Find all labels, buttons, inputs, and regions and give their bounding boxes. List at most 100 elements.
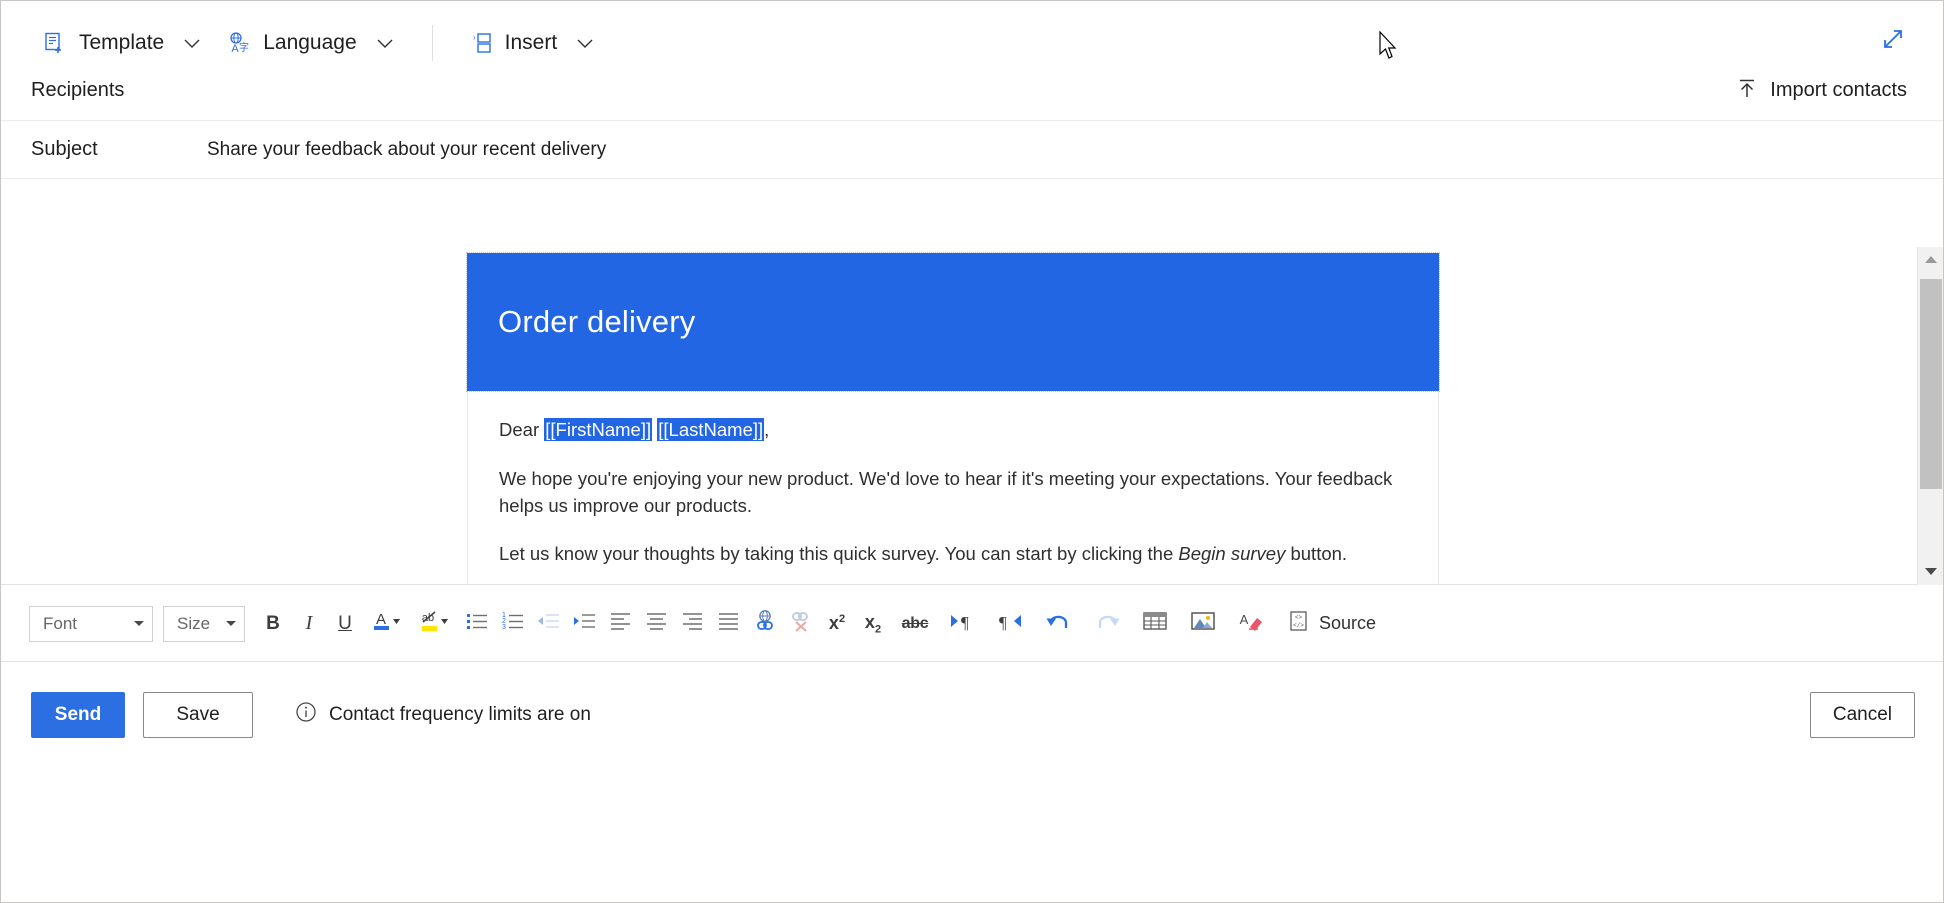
scroll-up-button[interactable] xyxy=(1918,247,1944,273)
insert-image-button[interactable] xyxy=(1181,605,1225,643)
decrease-indent-icon xyxy=(537,610,561,638)
rich-text-toolbar: Font Size B I U A ab xyxy=(1,586,1943,662)
chevron-down-icon xyxy=(184,31,200,55)
align-center-icon xyxy=(645,610,669,638)
chevron-down-icon xyxy=(377,31,393,55)
insert-link-button[interactable] xyxy=(749,605,781,643)
scrollbar-thumb[interactable] xyxy=(1920,279,1942,489)
bulleted-list-icon xyxy=(465,610,489,638)
increase-indent-icon xyxy=(573,610,597,638)
align-right-button[interactable] xyxy=(677,605,709,643)
highlight-icon: ab xyxy=(420,608,450,640)
email-paragraph-1: We hope you're enjoying your new product… xyxy=(499,466,1407,520)
info-circle-icon xyxy=(295,701,317,729)
text-direction-ltr-button[interactable]: ¶ xyxy=(941,605,985,643)
subject-label: Subject xyxy=(31,138,207,161)
text-direction-rtl-button[interactable]: ¶ xyxy=(989,605,1033,643)
justify-button[interactable] xyxy=(713,605,745,643)
source-label: Source xyxy=(1319,613,1376,634)
subscript-button[interactable]: x2 xyxy=(857,605,889,643)
import-contacts-label: Import contacts xyxy=(1770,79,1907,102)
template-menu-button[interactable]: Template xyxy=(29,20,213,66)
superscript-icon: x2 xyxy=(829,613,845,634)
email-banner-title: Order delivery xyxy=(498,304,695,340)
align-left-button[interactable] xyxy=(605,605,637,643)
template-icon xyxy=(42,30,68,56)
svg-text:3: 3 xyxy=(502,624,506,631)
highlight-color-button[interactable]: ab xyxy=(413,605,457,643)
font-family-select[interactable]: Font xyxy=(29,606,153,642)
text-color-icon: A xyxy=(372,608,402,640)
superscript-button[interactable]: x2 xyxy=(821,605,853,643)
bold-button[interactable]: B xyxy=(257,605,289,643)
token-firstname[interactable]: [[FirstName]] xyxy=(544,418,652,441)
email-body-editor[interactable]: Order delivery Dear [[FirstName]] [[Last… xyxy=(1,247,1943,585)
send-button[interactable]: Send xyxy=(31,692,125,738)
undo-button[interactable] xyxy=(1037,605,1081,643)
image-icon xyxy=(1190,610,1216,638)
align-center-button[interactable] xyxy=(641,605,673,643)
italic-icon: I xyxy=(306,612,313,635)
align-left-icon xyxy=(609,610,633,638)
paragraph2-part-b: button. xyxy=(1285,543,1347,564)
editor-scrollbar[interactable] xyxy=(1917,247,1943,585)
font-size-select[interactable]: Size xyxy=(163,606,245,642)
clear-formatting-button[interactable]: A xyxy=(1229,605,1273,643)
subject-row: Subject Share your feedback about your r… xyxy=(1,121,1943,179)
language-menu-button[interactable]: A 字 Language xyxy=(213,20,405,66)
bulleted-list-button[interactable] xyxy=(461,605,493,643)
svg-text:</>: </> xyxy=(1293,622,1304,629)
underline-button[interactable]: U xyxy=(329,605,361,643)
svg-text:<>: <> xyxy=(1295,614,1303,621)
email-banner[interactable]: Order delivery xyxy=(467,253,1439,391)
italic-button[interactable]: I xyxy=(293,605,325,643)
numbered-list-button[interactable]: 1 2 3 xyxy=(497,605,529,643)
save-button[interactable]: Save xyxy=(143,692,253,738)
redo-button[interactable] xyxy=(1085,605,1129,643)
svg-text:A: A xyxy=(1240,612,1249,627)
insert-table-button[interactable] xyxy=(1133,605,1177,643)
underline-icon: U xyxy=(338,613,352,635)
expand-diagonal-icon xyxy=(1880,26,1906,57)
svg-text:字: 字 xyxy=(239,41,249,54)
cancel-button[interactable]: Cancel xyxy=(1810,692,1915,738)
strikethrough-icon: abc xyxy=(902,615,929,633)
token-lastname[interactable]: [[LastName]] xyxy=(657,418,764,441)
scroll-up-arrow-icon xyxy=(1924,251,1938,269)
text-color-button[interactable]: A xyxy=(365,605,409,643)
recipients-row: Recipients Import contacts xyxy=(1,61,1943,121)
font-size-value: Size xyxy=(177,614,210,634)
paragraph2-emphasis: Begin survey xyxy=(1178,543,1285,564)
redo-icon xyxy=(1094,609,1120,639)
numbered-list-icon: 1 2 3 xyxy=(501,610,525,638)
email-body-content[interactable]: Dear [[FirstName]] [[LastName]], We hope… xyxy=(467,391,1439,585)
link-icon xyxy=(752,609,778,639)
language-label: Language xyxy=(263,31,356,55)
toolbar-divider xyxy=(432,25,433,61)
strikethrough-button[interactable]: abc xyxy=(893,605,937,643)
increase-indent-button[interactable] xyxy=(569,605,601,643)
expand-editor-button[interactable] xyxy=(1871,19,1915,63)
table-icon xyxy=(1142,610,1168,638)
import-contacts-button[interactable]: Import contacts xyxy=(1726,69,1917,113)
scroll-down-button[interactable] xyxy=(1918,559,1944,585)
svg-text:¶: ¶ xyxy=(999,613,1007,632)
source-code-icon: <> </> xyxy=(1287,610,1311,637)
subject-input[interactable]: Share your feedback about your recent de… xyxy=(207,139,606,161)
insert-menu-button[interactable]: › Insert xyxy=(455,20,607,66)
email-greeting: Dear [[FirstName]] [[LastName]], xyxy=(499,417,1407,444)
email-composer-window: Template A 字 Language xyxy=(0,0,1944,903)
chevron-down-icon xyxy=(577,31,593,55)
paragraph2-part-a: Let us know your thoughts by taking this… xyxy=(499,543,1178,564)
remove-link-button[interactable] xyxy=(785,605,817,643)
decrease-indent-button[interactable] xyxy=(533,605,565,643)
source-view-button[interactable]: <> </> Source xyxy=(1279,604,1384,643)
email-paragraph-2: Let us know your thoughts by taking this… xyxy=(499,541,1407,568)
email-template-canvas: Order delivery Dear [[FirstName]] [[Last… xyxy=(467,253,1439,585)
contact-frequency-label: Contact frequency limits are on xyxy=(329,704,591,726)
unlink-icon xyxy=(788,609,814,639)
greeting-suffix: , xyxy=(764,419,769,440)
greeting-prefix: Dear xyxy=(499,419,544,440)
svg-text:›: › xyxy=(473,33,476,42)
justify-icon xyxy=(717,610,741,638)
